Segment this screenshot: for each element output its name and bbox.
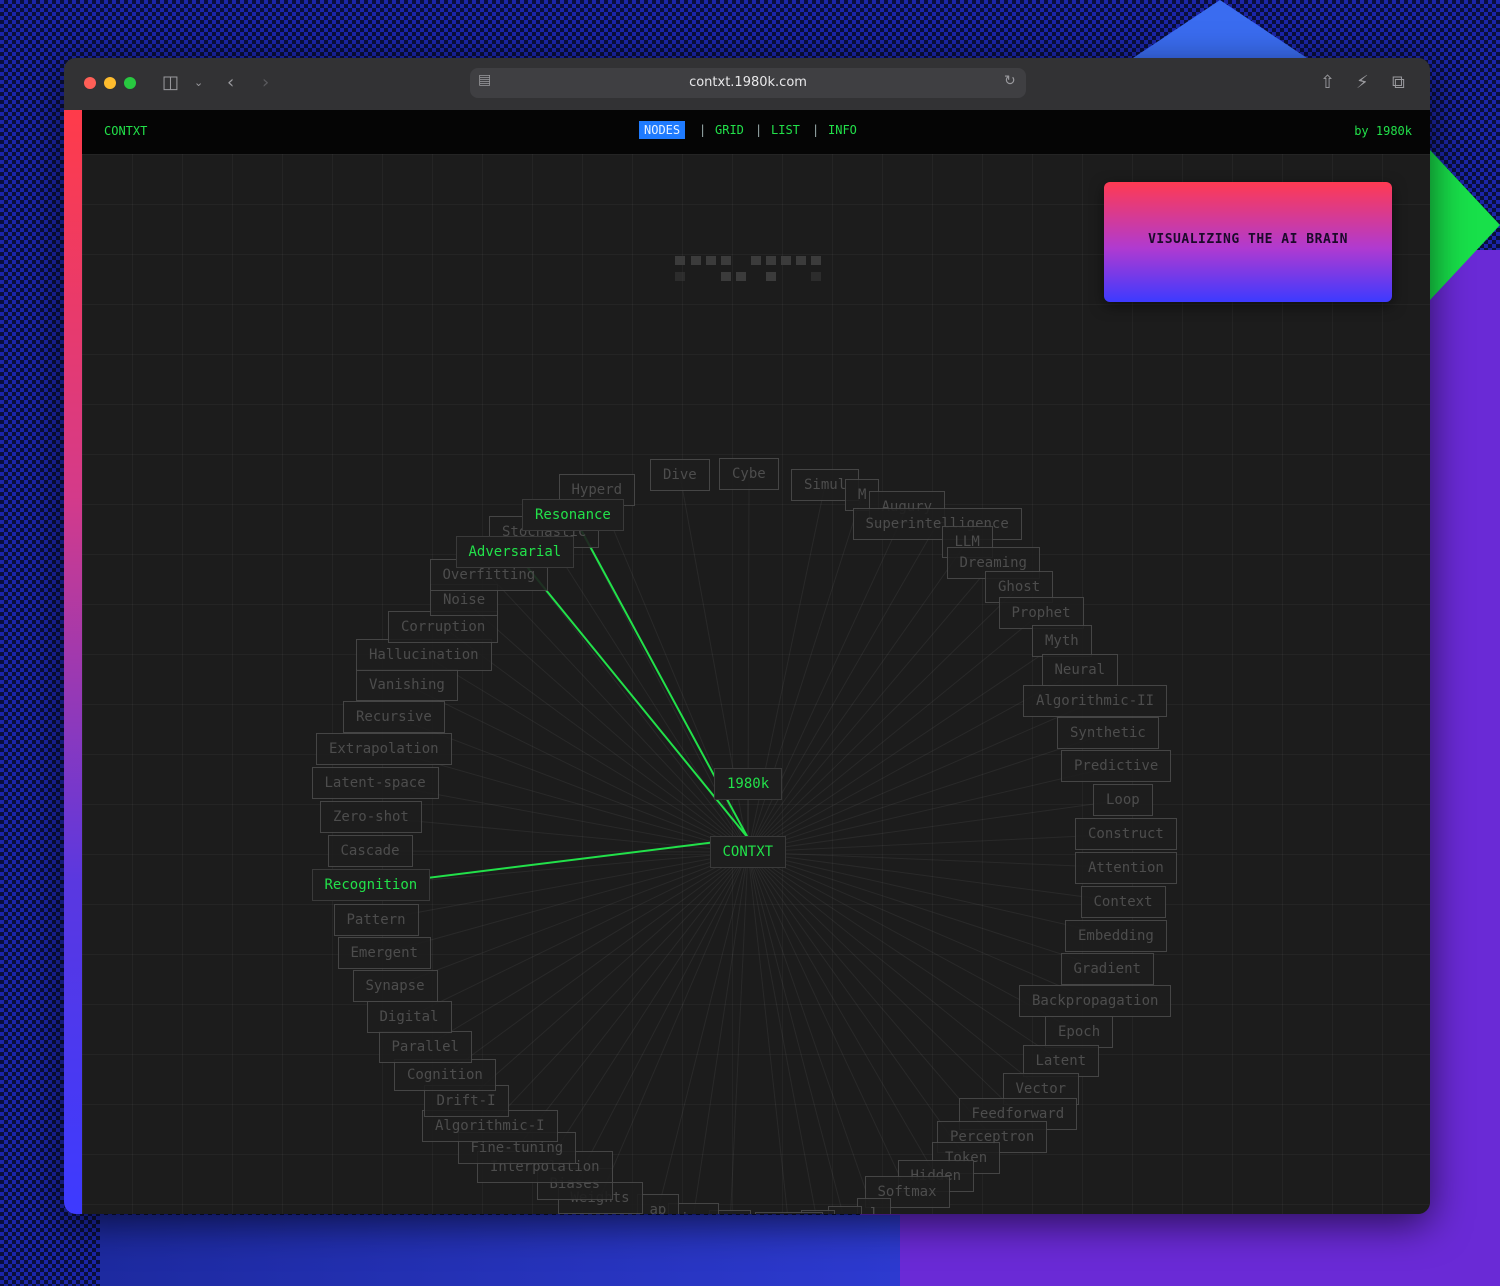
forward-arrow-icon[interactable]: › <box>262 72 269 93</box>
graph-node-vanishing[interactable]: Vanishing <box>356 669 458 701</box>
graph-node-epoch[interactable]: Epoch <box>1045 1016 1114 1048</box>
spoke-line <box>465 851 749 1102</box>
graph-node-superintelligence[interactable]: Superintelligence <box>852 508 1022 540</box>
graph-node-zeroshot[interactable]: Zero-shot <box>320 801 422 833</box>
spoke-line <box>747 851 908 1193</box>
graph-node-hallucination[interactable]: Hallucination <box>356 639 492 671</box>
spoke-line <box>747 851 875 1214</box>
graph-node-gradient[interactable]: Gradient <box>1060 953 1154 985</box>
spoke-line <box>369 850 749 853</box>
graph-node-cognition[interactable]: Cognition <box>394 1059 496 1091</box>
desktop-blue-shape <box>1130 0 1310 60</box>
spoke-line <box>747 506 908 853</box>
close-window-button[interactable] <box>84 77 96 89</box>
graph-node-context[interactable]: Context <box>1080 886 1166 918</box>
spoke-line <box>444 851 749 1076</box>
minimize-window-button[interactable] <box>104 77 116 89</box>
spoke-line <box>747 851 817 1214</box>
spoke-line <box>489 851 749 1127</box>
graph-node-resonance[interactable]: Resonance <box>522 499 624 531</box>
graph-node-recognition[interactable]: Recognition <box>311 869 431 901</box>
spoke-line <box>370 816 749 853</box>
spoke-line <box>394 851 749 987</box>
back-arrow-icon[interactable]: ‹ <box>227 72 234 93</box>
spoke-line <box>514 551 749 853</box>
spoke-line <box>516 851 749 1149</box>
graph-node-predictive[interactable]: Predictive <box>1061 750 1172 782</box>
graph-node-ap[interactable]: ap <box>636 1194 680 1214</box>
chevron-down-icon[interactable]: ⌄ <box>194 76 203 89</box>
tabs-overview-icon[interactable]: ⧉ <box>1392 72 1405 93</box>
spoke-line <box>747 851 844 1214</box>
spoke-line <box>463 599 749 853</box>
graph-center-node[interactable]: CONTXT <box>709 836 787 868</box>
spoke-line <box>747 851 993 1138</box>
spoke-line <box>747 851 1019 1115</box>
spoke-line <box>747 851 1096 1002</box>
spoke-line <box>543 531 749 853</box>
spoke-line <box>747 732 1109 853</box>
spoke-line <box>747 851 788 1214</box>
desktop-bottom-shape <box>100 1215 900 1286</box>
spoke-line <box>747 700 1096 853</box>
sidebar-toggle-icon[interactable]: ◫ <box>162 72 179 93</box>
graph-node-ement[interactable]: ement <box>755 1212 824 1214</box>
spoke-line <box>383 851 749 954</box>
spoke-line <box>747 640 1063 853</box>
graph-node-myth[interactable]: Myth <box>1032 625 1092 657</box>
url-text: contxt.1980k.com <box>689 75 807 90</box>
graph-node-attention[interactable]: Attention <box>1075 852 1177 884</box>
spoke-line <box>406 684 749 853</box>
graph-node-emergent[interactable]: Emergent <box>337 937 431 969</box>
maximize-window-button[interactable] <box>124 77 136 89</box>
graph-node-backprop[interactable]: Backpropagation <box>1019 985 1172 1017</box>
graph-node-embedding[interactable]: Embedding <box>1065 920 1167 952</box>
graph-node-neural[interactable]: Neural <box>1041 654 1119 686</box>
spoke-line <box>574 851 749 1185</box>
graph-node-recursive[interactable]: Recursive <box>343 701 445 733</box>
spoke-line <box>730 851 749 1214</box>
spoke-line <box>747 851 1042 1090</box>
graph-node-adversarial[interactable]: Adversarial <box>455 536 575 568</box>
graph-node-cybe[interactable]: Cybe <box>719 458 779 490</box>
spoke-line <box>747 562 994 853</box>
graph-node-synthetic[interactable]: Synthetic <box>1057 717 1159 749</box>
graph-node-latentspace[interactable]: Latent-space <box>311 767 439 799</box>
browser-window: ◫ ⌄ ‹ › ▤ contxt.1980k.com ↻ ⇧ ⚡ ⧉ CONTX… <box>64 58 1430 1214</box>
graph-node-synapse[interactable]: Synapse <box>352 970 438 1002</box>
spoke-line <box>747 851 967 1159</box>
graph-node-cascade[interactable]: Cascade <box>327 835 413 867</box>
spoke-line <box>572 514 749 853</box>
graph-node-construct[interactable]: Construct <box>1075 818 1177 850</box>
extension-bolt-icon[interactable]: ⚡ <box>1356 72 1369 93</box>
spoke-line <box>747 523 938 853</box>
page-content: CONTXT NODES | GRID | LIST | INFO by 198… <box>64 110 1430 1214</box>
graph-links <box>369 473 1127 1214</box>
address-bar[interactable]: ▤ contxt.1980k.com ↻ <box>470 68 1026 98</box>
browser-titlebar: ◫ ⌄ ‹ › ▤ contxt.1980k.com ↻ ⇧ ⚡ ⧉ <box>64 58 1430 110</box>
graph-node-algorithmic2[interactable]: Algorithmic-II <box>1023 685 1168 717</box>
graph-node-pattern[interactable]: Pattern <box>333 904 419 936</box>
spoke-line <box>747 851 1108 970</box>
spoke-line <box>747 833 1127 853</box>
graph-node-extrapolation[interactable]: Extrapolation <box>316 733 452 765</box>
share-icon[interactable]: ⇧ <box>1320 72 1335 93</box>
graph-node-digital[interactable]: Digital <box>366 1001 452 1033</box>
spoke-line <box>747 612 1042 853</box>
spoke-line <box>488 574 749 853</box>
graph-node-parallel[interactable]: Parallel <box>378 1031 472 1063</box>
spoke-line <box>747 851 937 1177</box>
desktop-green-shape <box>1430 150 1500 300</box>
spoke-line <box>747 586 1020 853</box>
graph-node-n1980k[interactable]: 1980k <box>714 768 783 800</box>
graph-node-dive[interactable]: Dive <box>650 459 710 491</box>
spoke-line <box>544 851 749 1168</box>
reload-icon[interactable]: ↻ <box>1004 73 1016 89</box>
graph-node-loop[interactable]: Loop <box>1093 784 1153 816</box>
